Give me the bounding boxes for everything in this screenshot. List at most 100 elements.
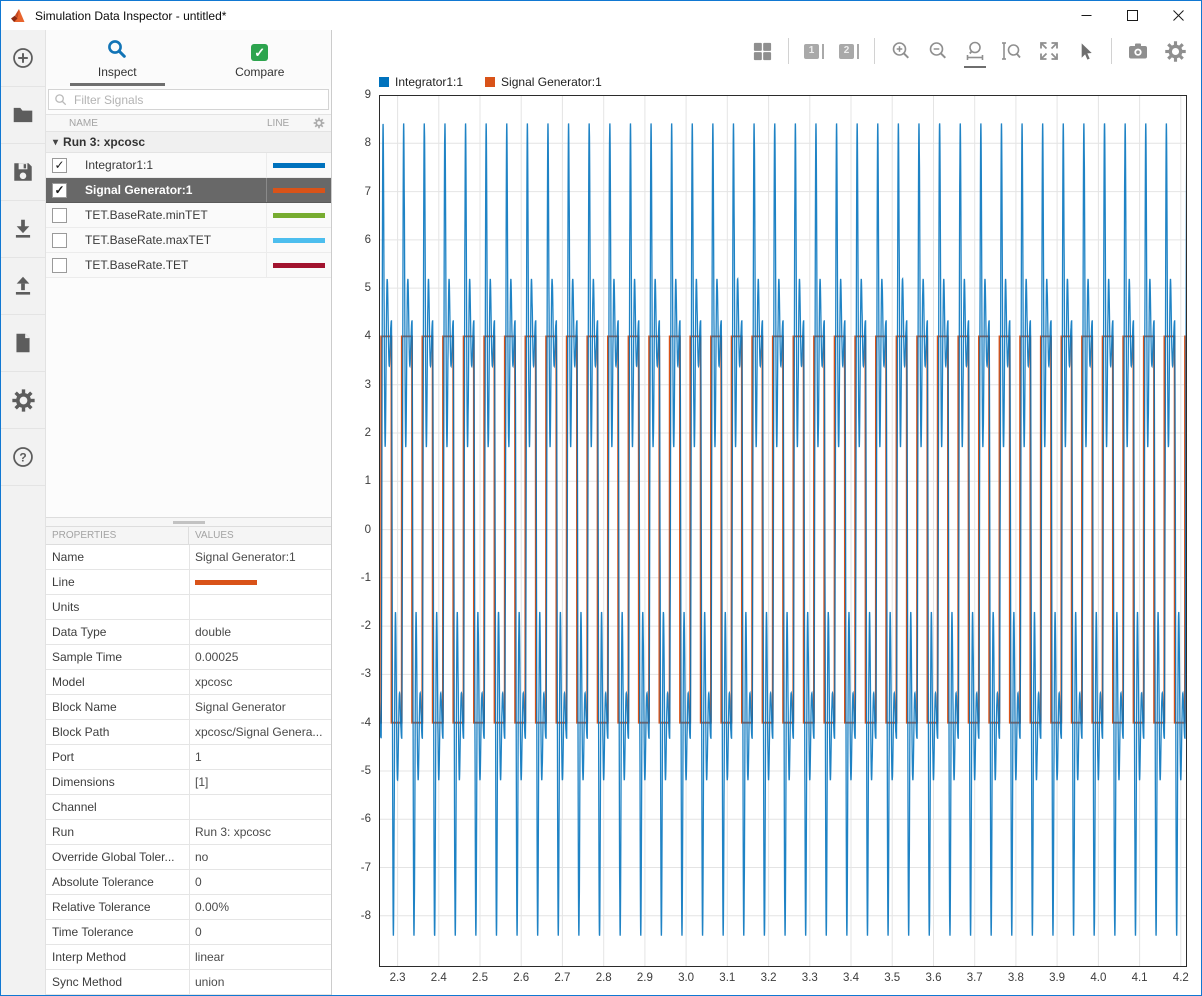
y-tick-label: 8 [365,137,371,149]
x-tick-label: 3.9 [1049,972,1065,984]
property-value[interactable] [189,570,331,594]
layout-grid-button[interactable] [752,41,773,62]
tab-bar: Inspect ✓ Compare [46,30,331,86]
property-row: Port1 [46,745,331,770]
left-toolbar: ? [1,30,46,995]
x-tick-label: 2.4 [431,972,447,984]
minimize-icon [1081,10,1092,21]
legend-color-swatch [379,77,389,87]
snapshot-button[interactable] [1127,40,1149,62]
x-tick-label: 2.8 [596,972,612,984]
tab-inspect[interactable]: Inspect [46,30,189,86]
export-button[interactable] [1,258,45,315]
signal-checkbox[interactable] [52,208,67,223]
property-value[interactable]: 0.00% [189,895,331,919]
properties-header: PROPERTIES VALUES [46,527,331,545]
property-row: Block Pathxpcosc/Signal Genera... [46,720,331,745]
preferences-button[interactable] [1,372,45,429]
signal-checkbox[interactable] [52,233,67,248]
property-row: Override Global Toler...no [46,845,331,870]
property-value[interactable]: 0 [189,870,331,894]
panel-splitter[interactable] [46,517,331,527]
y-tick-label: 5 [365,282,371,294]
plot-canvas[interactable] [379,95,1187,967]
property-label: Model [46,670,189,694]
property-label: Absolute Tolerance [46,870,189,894]
zoom-in-y-button[interactable] [1001,40,1023,62]
property-label: Block Path [46,720,189,744]
y-tick-label: -2 [361,620,371,632]
filter-input[interactable] [72,92,323,108]
signal-row[interactable]: TET.BaseRate.minTET [46,203,331,228]
tab-compare[interactable]: ✓ Compare [189,30,332,86]
property-value[interactable]: 0.00025 [189,645,331,669]
property-rows: NameSignal Generator:1LineUnitsData Type… [46,545,331,995]
plot-area[interactable]: 2.32.42.52.62.72.82.93.03.13.23.33.43.53… [379,95,1187,967]
compare-check-icon: ✓ [251,44,268,61]
zoom-in-button[interactable] [890,40,912,62]
y-tick-label: 7 [365,186,371,198]
column-settings-gear-icon[interactable] [313,117,325,129]
save-button[interactable] [1,144,45,201]
minimize-button[interactable] [1063,1,1109,30]
property-value[interactable]: xpcosc [189,670,331,694]
column-header-name: NAME [69,118,267,129]
add-run-button[interactable] [1,30,45,87]
property-value[interactable]: union [189,970,331,994]
property-value[interactable]: [1] [189,770,331,794]
zoom-in-time-button[interactable] [964,40,986,62]
y-tick-label: 2 [365,427,371,439]
property-label: Sync Method [46,970,189,994]
fit-to-view-button[interactable] [1038,40,1060,62]
property-value[interactable] [189,795,331,819]
signal-row[interactable]: TET.BaseRate.maxTET [46,228,331,253]
create-report-button[interactable] [1,315,45,372]
signal-line-cell [266,203,331,227]
zoom-out-button[interactable] [927,40,949,62]
signal-line-swatch [273,213,325,218]
help-button[interactable]: ? [1,429,45,486]
property-value[interactable]: 0 [189,920,331,944]
signal-row[interactable]: ✓Signal Generator:1 [46,178,331,203]
signal-checkbox[interactable]: ✓ [52,183,67,198]
signal-name: TET.BaseRate.minTET [67,208,266,222]
x-tick-label: 3.8 [1008,972,1024,984]
floppy-save-icon [11,160,35,184]
signal-checkbox[interactable]: ✓ [52,158,67,173]
maximize-button[interactable] [1109,1,1155,30]
pane-1-button[interactable]: 1 [804,44,824,59]
pointer-tool-button[interactable] [1075,41,1096,62]
property-value[interactable]: xpcosc/Signal Genera... [189,720,331,744]
open-button[interactable] [1,87,45,144]
property-value[interactable]: linear [189,945,331,969]
property-label: Name [46,545,189,569]
property-value[interactable]: double [189,620,331,644]
signal-row[interactable]: ✓Integrator1:1 [46,153,331,178]
signal-checkbox[interactable] [52,258,67,273]
close-button[interactable] [1155,1,1201,30]
plot-settings-button[interactable] [1164,40,1187,63]
x-tick-label: 3.2 [761,972,777,984]
inspect-magnifier-icon [106,39,128,61]
import-button[interactable] [1,201,45,258]
signal-row[interactable]: TET.BaseRate.TET [46,253,331,278]
left-toolbar-filler [1,486,45,995]
legend-item: Signal Generator:1 [485,75,602,89]
property-value[interactable]: Signal Generator [189,695,331,719]
property-value[interactable]: 1 [189,745,331,769]
y-tick-label: -4 [361,717,371,729]
signal-table-header: NAME LINE [46,114,331,132]
property-label: Sample Time [46,645,189,669]
property-value[interactable]: no [189,845,331,869]
property-value[interactable] [189,595,331,619]
property-label: Run [46,820,189,844]
property-value[interactable]: Signal Generator:1 [189,545,331,569]
property-row: Line [46,570,331,595]
zoom-out-icon [927,40,949,62]
pane-2-button[interactable]: 2 [839,44,859,59]
window-title: Simulation Data Inspector - untitled* [35,9,226,23]
collapse-caret-icon[interactable]: ▾ [53,137,58,148]
x-tick-label: 2.3 [390,972,406,984]
run-group-header[interactable]: ▾ Run 3: xpcosc [46,132,331,153]
property-value[interactable]: Run 3: xpcosc [189,820,331,844]
